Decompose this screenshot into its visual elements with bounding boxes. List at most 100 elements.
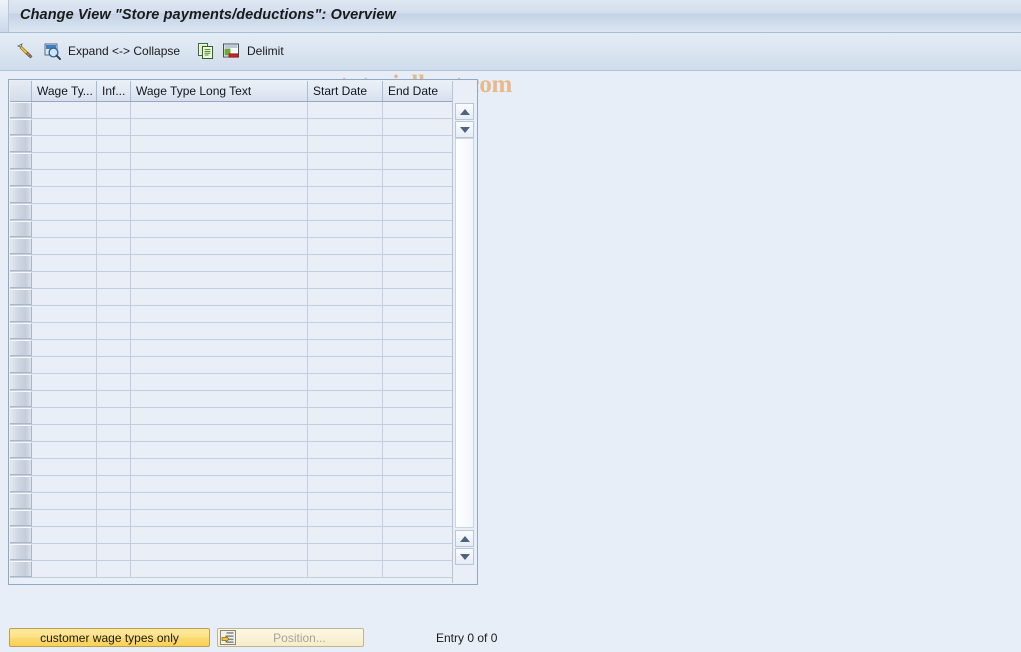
- table-row[interactable]: [10, 323, 476, 340]
- scroll-down-top-button[interactable]: [455, 121, 474, 138]
- table-cell[interactable]: [32, 527, 97, 543]
- table-cell[interactable]: [32, 561, 97, 577]
- table-row[interactable]: [10, 255, 476, 272]
- table-row[interactable]: [10, 493, 476, 510]
- row-select-button[interactable]: [10, 187, 32, 203]
- table-row[interactable]: [10, 425, 476, 442]
- table-row[interactable]: [10, 170, 476, 187]
- table-cell[interactable]: [308, 476, 383, 492]
- table-cell[interactable]: [32, 272, 97, 288]
- table-cell[interactable]: [32, 391, 97, 407]
- table-cell[interactable]: [383, 527, 454, 543]
- table-cell[interactable]: [383, 119, 454, 135]
- table-cell[interactable]: [308, 221, 383, 237]
- table-cell[interactable]: [383, 561, 454, 577]
- table-cell[interactable]: [308, 255, 383, 271]
- row-select-button[interactable]: [10, 442, 32, 458]
- row-select-button[interactable]: [10, 391, 32, 407]
- table-cell[interactable]: [131, 255, 308, 271]
- table-cell[interactable]: [97, 170, 131, 186]
- display-change-icon[interactable]: [13, 39, 37, 63]
- display-icon[interactable]: [40, 39, 64, 63]
- customer-wage-types-only-button[interactable]: customer wage types only: [9, 628, 210, 647]
- table-cell[interactable]: [97, 306, 131, 322]
- table-cell[interactable]: [97, 119, 131, 135]
- table-cell[interactable]: [308, 238, 383, 254]
- table-cell[interactable]: [131, 357, 308, 373]
- table-cell[interactable]: [32, 374, 97, 390]
- table-cell[interactable]: [308, 306, 383, 322]
- table-row[interactable]: [10, 272, 476, 289]
- table-cell[interactable]: [97, 289, 131, 305]
- table-cell[interactable]: [383, 136, 454, 152]
- column-header-infotype[interactable]: Inf...: [97, 81, 131, 101]
- table-row[interactable]: [10, 306, 476, 323]
- table-cell[interactable]: [97, 374, 131, 390]
- table-cell[interactable]: [131, 510, 308, 526]
- row-select-button[interactable]: [10, 561, 32, 577]
- table-cell[interactable]: [383, 272, 454, 288]
- column-header-end-date[interactable]: End Date: [383, 81, 454, 101]
- row-select-button[interactable]: [10, 153, 32, 169]
- table-row[interactable]: [10, 561, 476, 578]
- row-select-button[interactable]: [10, 323, 32, 339]
- table-cell[interactable]: [97, 408, 131, 424]
- table-cell[interactable]: [308, 204, 383, 220]
- table-row[interactable]: [10, 544, 476, 561]
- table-row[interactable]: [10, 459, 476, 476]
- table-cell[interactable]: [97, 459, 131, 475]
- table-cell[interactable]: [32, 323, 97, 339]
- table-cell[interactable]: [383, 323, 454, 339]
- table-cell[interactable]: [131, 391, 308, 407]
- table-cell[interactable]: [97, 527, 131, 543]
- table-cell[interactable]: [131, 476, 308, 492]
- table-cell[interactable]: [383, 374, 454, 390]
- table-cell[interactable]: [32, 187, 97, 203]
- table-cell[interactable]: [32, 255, 97, 271]
- delimit-button[interactable]: Delimit: [247, 39, 284, 63]
- table-row[interactable]: [10, 391, 476, 408]
- table-cell[interactable]: [383, 476, 454, 492]
- table-row[interactable]: [10, 357, 476, 374]
- table-cell[interactable]: [131, 408, 308, 424]
- table-cell[interactable]: [97, 510, 131, 526]
- table-row[interactable]: [10, 153, 476, 170]
- table-cell[interactable]: [383, 357, 454, 373]
- table-cell[interactable]: [131, 374, 308, 390]
- table-cell[interactable]: [97, 442, 131, 458]
- table-cell[interactable]: [383, 170, 454, 186]
- table-cell[interactable]: [131, 289, 308, 305]
- table-cell[interactable]: [308, 102, 383, 118]
- table-row[interactable]: [10, 476, 476, 493]
- copy-as-icon[interactable]: [194, 39, 218, 63]
- table-cell[interactable]: [308, 289, 383, 305]
- table-cell[interactable]: [383, 238, 454, 254]
- table-cell[interactable]: [32, 425, 97, 441]
- row-select-button[interactable]: [10, 544, 32, 560]
- table-cell[interactable]: [308, 323, 383, 339]
- table-cell[interactable]: [97, 425, 131, 441]
- table-row[interactable]: [10, 204, 476, 221]
- table-cell[interactable]: [308, 527, 383, 543]
- table-cell[interactable]: [308, 442, 383, 458]
- table-cell[interactable]: [97, 221, 131, 237]
- table-row[interactable]: [10, 102, 476, 119]
- table-cell[interactable]: [308, 374, 383, 390]
- table-cell[interactable]: [308, 170, 383, 186]
- row-select-button[interactable]: [10, 408, 32, 424]
- table-row[interactable]: [10, 289, 476, 306]
- table-cell[interactable]: [308, 272, 383, 288]
- row-select-button[interactable]: [10, 476, 32, 492]
- table-cell[interactable]: [308, 425, 383, 441]
- table-cell[interactable]: [308, 340, 383, 356]
- table-cell[interactable]: [383, 340, 454, 356]
- table-cell[interactable]: [131, 544, 308, 560]
- vertical-scrollbar[interactable]: [452, 81, 476, 583]
- table-cell[interactable]: [32, 204, 97, 220]
- table-cell[interactable]: [131, 306, 308, 322]
- table-cell[interactable]: [383, 102, 454, 118]
- table-cell[interactable]: [383, 510, 454, 526]
- table-cell[interactable]: [308, 493, 383, 509]
- table-cell[interactable]: [308, 510, 383, 526]
- table-cell[interactable]: [97, 391, 131, 407]
